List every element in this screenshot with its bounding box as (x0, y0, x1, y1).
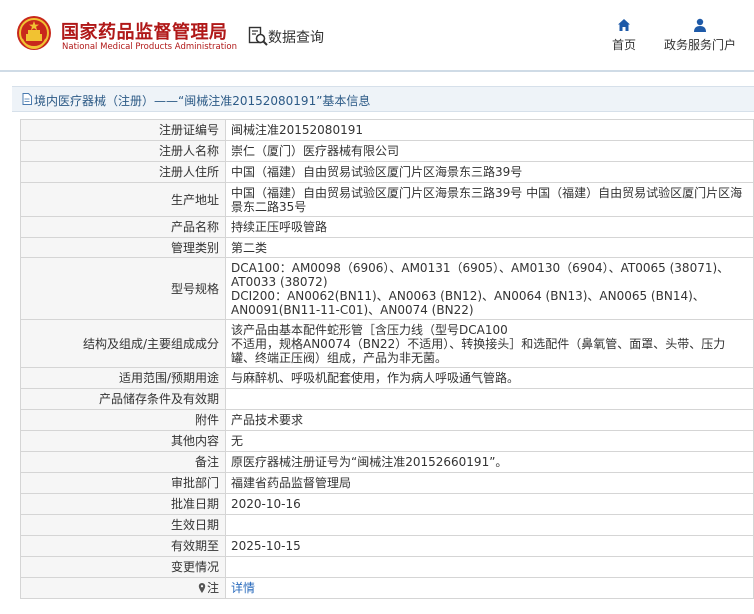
row-value (225, 514, 754, 536)
row-value: 2020-10-16 (225, 493, 754, 515)
table-row: 附件 产品技术要求 (20, 409, 754, 431)
row-value: 中国（福建）自由贸易试验区厦门片区海景东三路39号 (225, 161, 754, 183)
nav-portal-label: 政务服务门户 (663, 38, 736, 52)
row-value: DCA100：AM0098（6906）、AM0131（6905）、AM0130（… (225, 257, 754, 320)
row-value: 无 (225, 430, 754, 452)
row-label: 备注 (20, 451, 226, 473)
registration-detail-table: 注册证编号 闽械注准20152080191 注册人名称 崇仁（厦门）医疗器械有限… (20, 119, 754, 599)
row-value: 持续正压呼吸管路 (225, 216, 754, 238)
table-row: 生产地址 中国（福建）自由贸易试验区厦门片区海景东三路39号 中国（福建）自由贸… (20, 182, 754, 217)
document-icon (22, 93, 32, 105)
table-row: 批准日期 2020-10-16 (20, 493, 754, 515)
details-link[interactable]: 详情 (231, 581, 255, 595)
table-row: 注册人住所 中国（福建）自由贸易试验区厦门片区海景东三路39号 (20, 161, 754, 183)
note-row: 注 详情 (20, 577, 754, 599)
row-label: 其他内容 (20, 430, 226, 452)
row-label: 有效期至 (20, 535, 226, 557)
row-value: 第二类 (225, 237, 754, 258)
table-row: 审批部门 福建省药品监督管理局 (20, 472, 754, 494)
table-row: 产品名称 持续正压呼吸管路 (20, 216, 754, 238)
row-value: 崇仁（厦门）医疗器械有限公司 (225, 140, 754, 162)
national-emblem-icon (17, 16, 51, 50)
site-header: 国家药品监督管理局 National Medical Products Admi… (0, 0, 754, 70)
row-label: 管理类别 (20, 237, 226, 258)
nav-home[interactable]: 首页 (610, 18, 638, 53)
site-title: 国家药品监督管理局 (61, 22, 228, 43)
breadcrumb-text: 境内医疗器械（注册）——“闽械注准20152080191”基本信息 (34, 94, 371, 108)
row-label: 批准日期 (20, 493, 226, 515)
site-subtitle: National Medical Products Administration (62, 42, 237, 52)
table-row: 管理类别 第二类 (20, 237, 754, 258)
row-value: 与麻醉机、呼吸机配套使用，作为病人呼吸通气管路。 (225, 367, 754, 389)
table-row: 有效期至 2025-10-15 (20, 535, 754, 557)
row-label: 产品储存条件及有效期 (20, 388, 226, 410)
row-value: 该产品由基本配件蛇形管［含压力线（型号DCA100 不适用，规格AN0074（B… (225, 319, 754, 368)
data-search-icon[interactable] (248, 26, 268, 46)
pin-icon (198, 583, 206, 593)
nav-home-label: 首页 (611, 38, 636, 52)
row-label: 生产地址 (20, 182, 226, 217)
nav-service-portal[interactable]: 政务服务门户 (662, 18, 738, 53)
note-label-cell: 注 (20, 577, 226, 599)
table-row: 注册人名称 崇仁（厦门）医疗器械有限公司 (20, 140, 754, 162)
row-value: 福建省药品监督管理局 (225, 472, 754, 494)
row-label: 适用范围/预期用途 (20, 367, 226, 389)
header-divider (0, 70, 754, 72)
row-label: 附件 (20, 409, 226, 431)
note-label: 注 (206, 581, 219, 595)
row-label: 结构及组成/主要组成成分 (20, 319, 226, 368)
row-label: 变更情况 (20, 556, 226, 578)
row-label: 注册人名称 (20, 140, 226, 162)
row-label: 生效日期 (20, 514, 226, 536)
row-value (225, 388, 754, 410)
table-row: 备注 原医疗器械注册证号为“闽械注准20152660191”。 (20, 451, 754, 473)
row-value: 原医疗器械注册证号为“闽械注准20152660191”。 (225, 451, 754, 473)
row-value (225, 556, 754, 578)
table-row: 结构及组成/主要组成成分 该产品由基本配件蛇形管［含压力线（型号DCA100 不… (20, 319, 754, 368)
table-row: 其他内容 无 (20, 430, 754, 452)
row-label: 审批部门 (20, 472, 226, 494)
row-label: 注册人住所 (20, 161, 226, 183)
row-label: 注册证编号 (20, 119, 226, 141)
table-row: 生效日期 (20, 514, 754, 536)
table-row: 变更情况 (20, 556, 754, 578)
row-value: 2025-10-15 (225, 535, 754, 557)
user-icon (694, 18, 706, 32)
table-row: 适用范围/预期用途 与麻醉机、呼吸机配套使用，作为病人呼吸通气管路。 (20, 367, 754, 389)
breadcrumb: 境内医疗器械（注册）——“闽械注准20152080191”基本信息 (12, 86, 754, 112)
table-row: 注册证编号 闽械注准20152080191 (20, 119, 754, 141)
home-icon (618, 19, 630, 31)
row-label: 型号规格 (20, 257, 226, 320)
row-value: 中国（福建）自由贸易试验区厦门片区海景东三路39号 中国（福建）自由贸易试验区厦… (225, 182, 754, 217)
data-search-link[interactable]: 数据查询 (268, 27, 324, 47)
table-row: 产品储存条件及有效期 (20, 388, 754, 410)
row-value: 闽械注准20152080191 (225, 119, 754, 141)
table-row: 型号规格 DCA100：AM0098（6906）、AM0131（6905）、AM… (20, 257, 754, 320)
row-label: 产品名称 (20, 216, 226, 238)
row-value: 产品技术要求 (225, 409, 754, 431)
